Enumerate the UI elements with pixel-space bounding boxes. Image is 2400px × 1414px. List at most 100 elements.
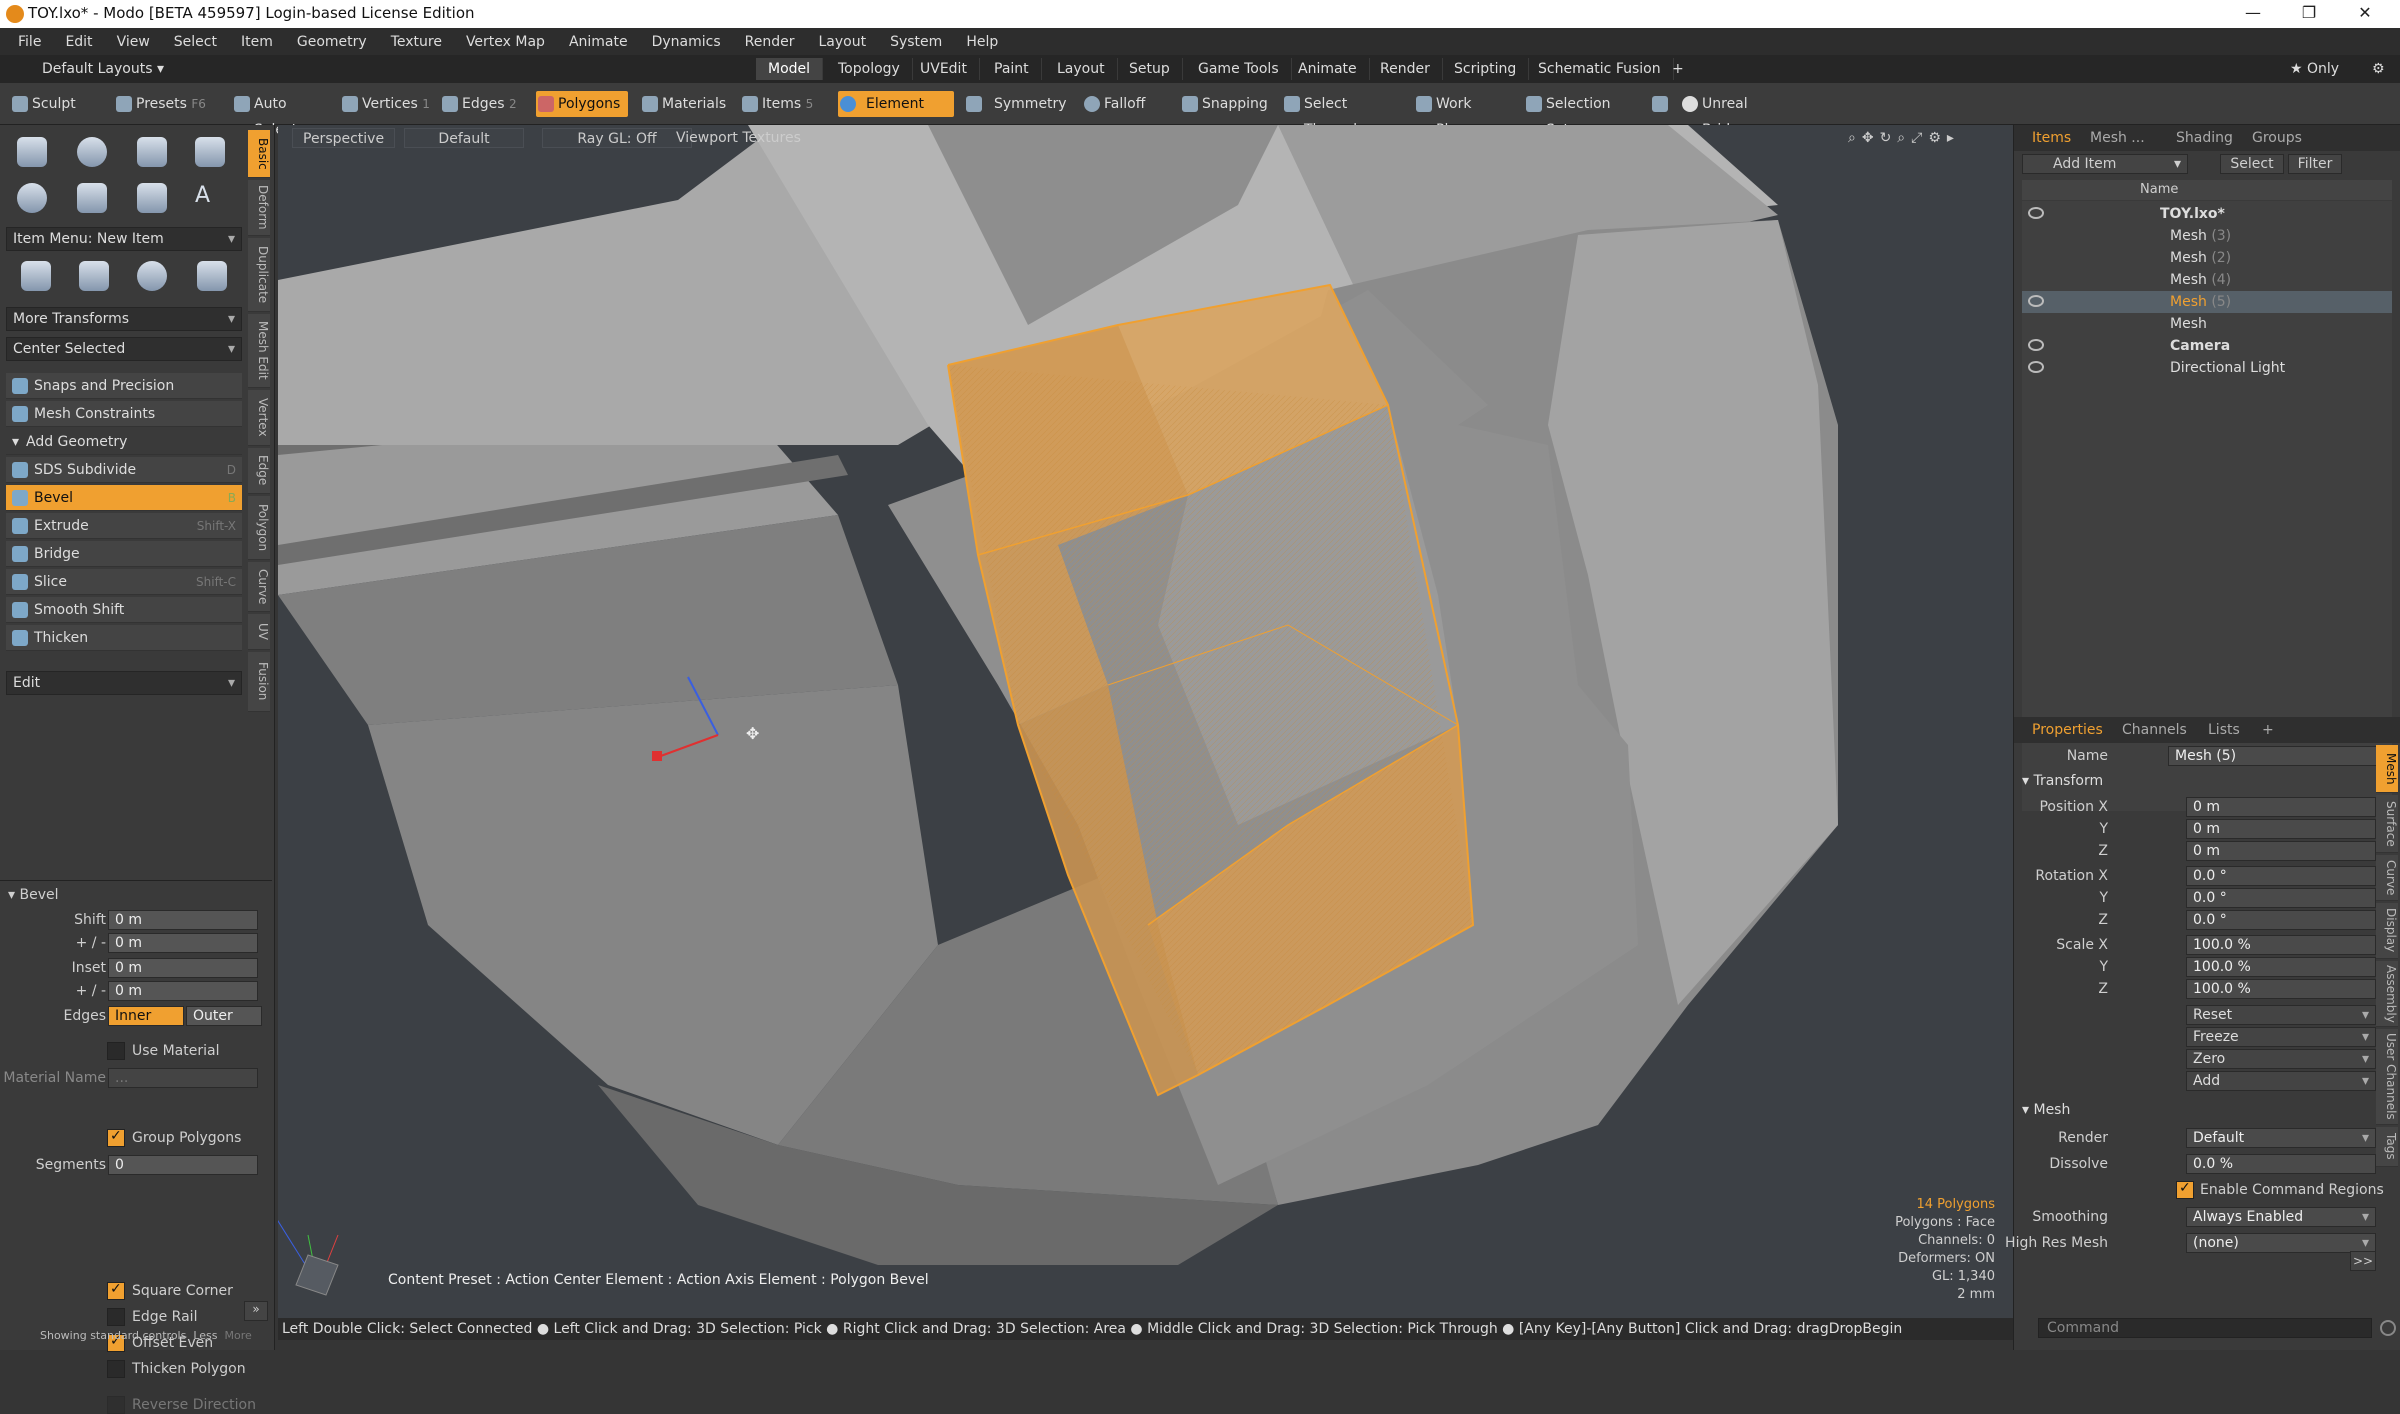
zero-dropdown[interactable]: Zero — [2186, 1049, 2376, 1069]
torus-primitive-icon[interactable] — [10, 177, 54, 219]
element-action-center-button[interactable]: Element — [838, 91, 954, 117]
side-tab-assembly[interactable]: Assembly — [2376, 961, 2398, 1027]
square-corner-checkbox[interactable] — [107, 1281, 125, 1300]
side-tab-mesh[interactable]: Mesh — [2376, 745, 2398, 793]
select-button[interactable]: Select — [2220, 154, 2284, 174]
tree-row-camera[interactable]: Camera — [2022, 335, 2392, 357]
menu-vertex-map[interactable]: Vertex Map — [454, 34, 557, 50]
edit-dropdown[interactable]: Edit — [6, 671, 242, 695]
tab-items[interactable]: Items — [2024, 127, 2079, 149]
smoothing-dropdown[interactable]: Always Enabled — [2186, 1207, 2376, 1227]
rotation-y-field[interactable]: 0.0 ° — [2186, 888, 2376, 908]
viewport-nav-icons[interactable]: ⌕✥↻⌕⤢⚙▸ — [1838, 128, 1970, 148]
vtab-fusion[interactable]: Fusion — [248, 652, 270, 712]
tool-smooth-shift[interactable]: Smooth Shift — [6, 597, 242, 623]
tool-thicken[interactable]: Thicken — [6, 625, 242, 651]
side-tab-surface[interactable]: Surface — [2376, 795, 2398, 853]
reverse-direction-checkbox[interactable] — [107, 1396, 125, 1414]
default-layouts-dropdown[interactable]: Default Layouts ▾ — [30, 58, 176, 80]
symmetry-button[interactable]: Symmetry — [964, 91, 1067, 117]
tab-scripting[interactable]: Scripting — [1442, 58, 1530, 80]
tab-shading[interactable]: Shading — [2168, 127, 2241, 149]
reset-dropdown[interactable]: Reset — [2186, 1005, 2376, 1025]
text-tool-icon[interactable]: A — [188, 177, 232, 219]
tool-sds-subdivide[interactable]: SDS Subdivide D — [6, 457, 242, 483]
menu-help[interactable]: Help — [954, 34, 1010, 50]
material-name-field[interactable]: ... — [108, 1068, 258, 1088]
side-tab-display[interactable]: Display — [2376, 903, 2398, 959]
vtab-polygon[interactable]: Polygon — [248, 496, 270, 560]
tool-slice[interactable]: Slice Shift-C — [6, 569, 242, 595]
vtab-edge[interactable]: Edge — [248, 448, 270, 494]
segments-field[interactable]: 0 — [108, 1155, 258, 1175]
center-selected-dropdown[interactable]: Center Selected — [6, 337, 242, 361]
item-menu-dropdown[interactable]: Item Menu: New Item — [6, 227, 242, 251]
scale-x-field[interactable]: 100.0 % — [2186, 935, 2376, 955]
cone-primitive-icon[interactable] — [188, 131, 232, 173]
vtab-basic[interactable]: Basic — [248, 130, 270, 178]
visibility-eye-icon[interactable] — [2028, 339, 2044, 351]
work-plane-button[interactable]: Work Plane — [1414, 91, 1512, 138]
side-tab-curve[interactable]: Curve — [2376, 855, 2398, 901]
visibility-eye-icon[interactable] — [2028, 361, 2044, 373]
vtab-mesh-edit[interactable]: Mesh Edit — [248, 314, 270, 388]
tool-bevel[interactable]: Bevel B — [6, 485, 242, 511]
position-x-field[interactable]: 0 m — [2186, 797, 2376, 817]
more-link[interactable]: More — [225, 1329, 252, 1342]
menu-view[interactable]: View — [105, 34, 162, 50]
visibility-eye-icon[interactable] — [2028, 207, 2044, 219]
sphere-primitive-icon[interactable] — [70, 131, 114, 173]
mesh-section[interactable]: ▾ Mesh — [2022, 1102, 2070, 1118]
shading-default-dropdown[interactable]: Default — [404, 128, 524, 148]
selection-sets-button[interactable]: Selection Sets — [1524, 91, 1636, 138]
materials-mode-button[interactable]: Materials — [640, 91, 735, 117]
menu-render[interactable]: Render — [733, 34, 807, 50]
bevel-more-button[interactable]: » — [244, 1301, 268, 1321]
auto-select-button[interactable]: Auto Select — [232, 91, 332, 138]
edges-mode-button[interactable]: Edges 2 — [440, 91, 530, 117]
tab-model[interactable]: Model — [756, 58, 824, 80]
menu-animate[interactable]: Animate — [557, 34, 640, 50]
less-link[interactable]: Less — [193, 1329, 217, 1342]
cube-primitive-icon[interactable] — [10, 131, 54, 173]
menu-geometry[interactable]: Geometry — [285, 34, 379, 50]
tree-row-mesh-4[interactable]: Mesh (4) — [2022, 269, 2392, 291]
item-name-field[interactable]: Mesh (5) — [2168, 746, 2382, 766]
items-mode-button[interactable]: Items 5 — [740, 91, 830, 117]
menu-edit[interactable]: Edit — [53, 34, 104, 50]
add-dropdown[interactable]: Add — [2186, 1071, 2376, 1091]
command-history-icon[interactable] — [2380, 1320, 2396, 1336]
edges-outer-toggle[interactable]: Outer — [186, 1006, 262, 1026]
sculpt-button[interactable]: Sculpt — [10, 91, 105, 117]
move-tool-icon[interactable] — [14, 255, 58, 297]
scale-z-field[interactable]: 100.0 % — [2186, 979, 2376, 999]
transform-tool-icon[interactable] — [190, 255, 234, 297]
tree-row-mesh-3[interactable]: Mesh (3) — [2022, 225, 2392, 247]
tree-row-mesh-5[interactable]: Mesh (5) — [2022, 291, 2392, 313]
add-item-button[interactable]: Add Item ▾ — [2022, 154, 2188, 174]
menu-file[interactable]: File — [6, 34, 53, 50]
tab-schematic-fusion[interactable]: Schematic Fusion — [1526, 58, 1674, 80]
tree-row-mesh[interactable]: Mesh — [2022, 313, 2392, 335]
menu-item[interactable]: Item — [229, 34, 285, 50]
tree-row-directional-light[interactable]: Directional Light — [2022, 357, 2392, 379]
tree-row-scene[interactable]: TOY.lxo* — [2022, 203, 2392, 225]
add-layout-tab-button[interactable]: + — [1660, 58, 1696, 80]
menu-layout[interactable]: Layout — [807, 34, 879, 50]
snaps-and-precision-item[interactable]: Snaps and Precision — [6, 373, 242, 399]
vtab-uv[interactable]: UV — [248, 614, 270, 650]
vertices-mode-button[interactable]: Vertices 1 — [340, 91, 435, 117]
vtab-curve[interactable]: Curve — [248, 562, 270, 612]
side-tab-user-channels[interactable]: User Channels — [2376, 1029, 2398, 1125]
layout-settings-gear-icon[interactable]: ⚙ — [2360, 58, 2397, 80]
tab-render[interactable]: Render — [1368, 58, 1443, 80]
thicken-polygon-checkbox[interactable] — [107, 1360, 125, 1378]
transform-section[interactable]: ▾ Transform — [2022, 773, 2103, 789]
bevel-inset-pm-field[interactable]: 0 m — [108, 981, 258, 1001]
side-tab-tags[interactable]: Tags — [2376, 1127, 2398, 1167]
position-z-field[interactable]: 0 m — [2186, 841, 2376, 861]
vtab-duplicate[interactable]: Duplicate — [248, 238, 270, 312]
minimize-button[interactable]: — — [2226, 0, 2280, 28]
rotation-z-field[interactable]: 0.0 ° — [2186, 910, 2376, 930]
tool-extrude[interactable]: Extrude Shift-X — [6, 513, 242, 539]
